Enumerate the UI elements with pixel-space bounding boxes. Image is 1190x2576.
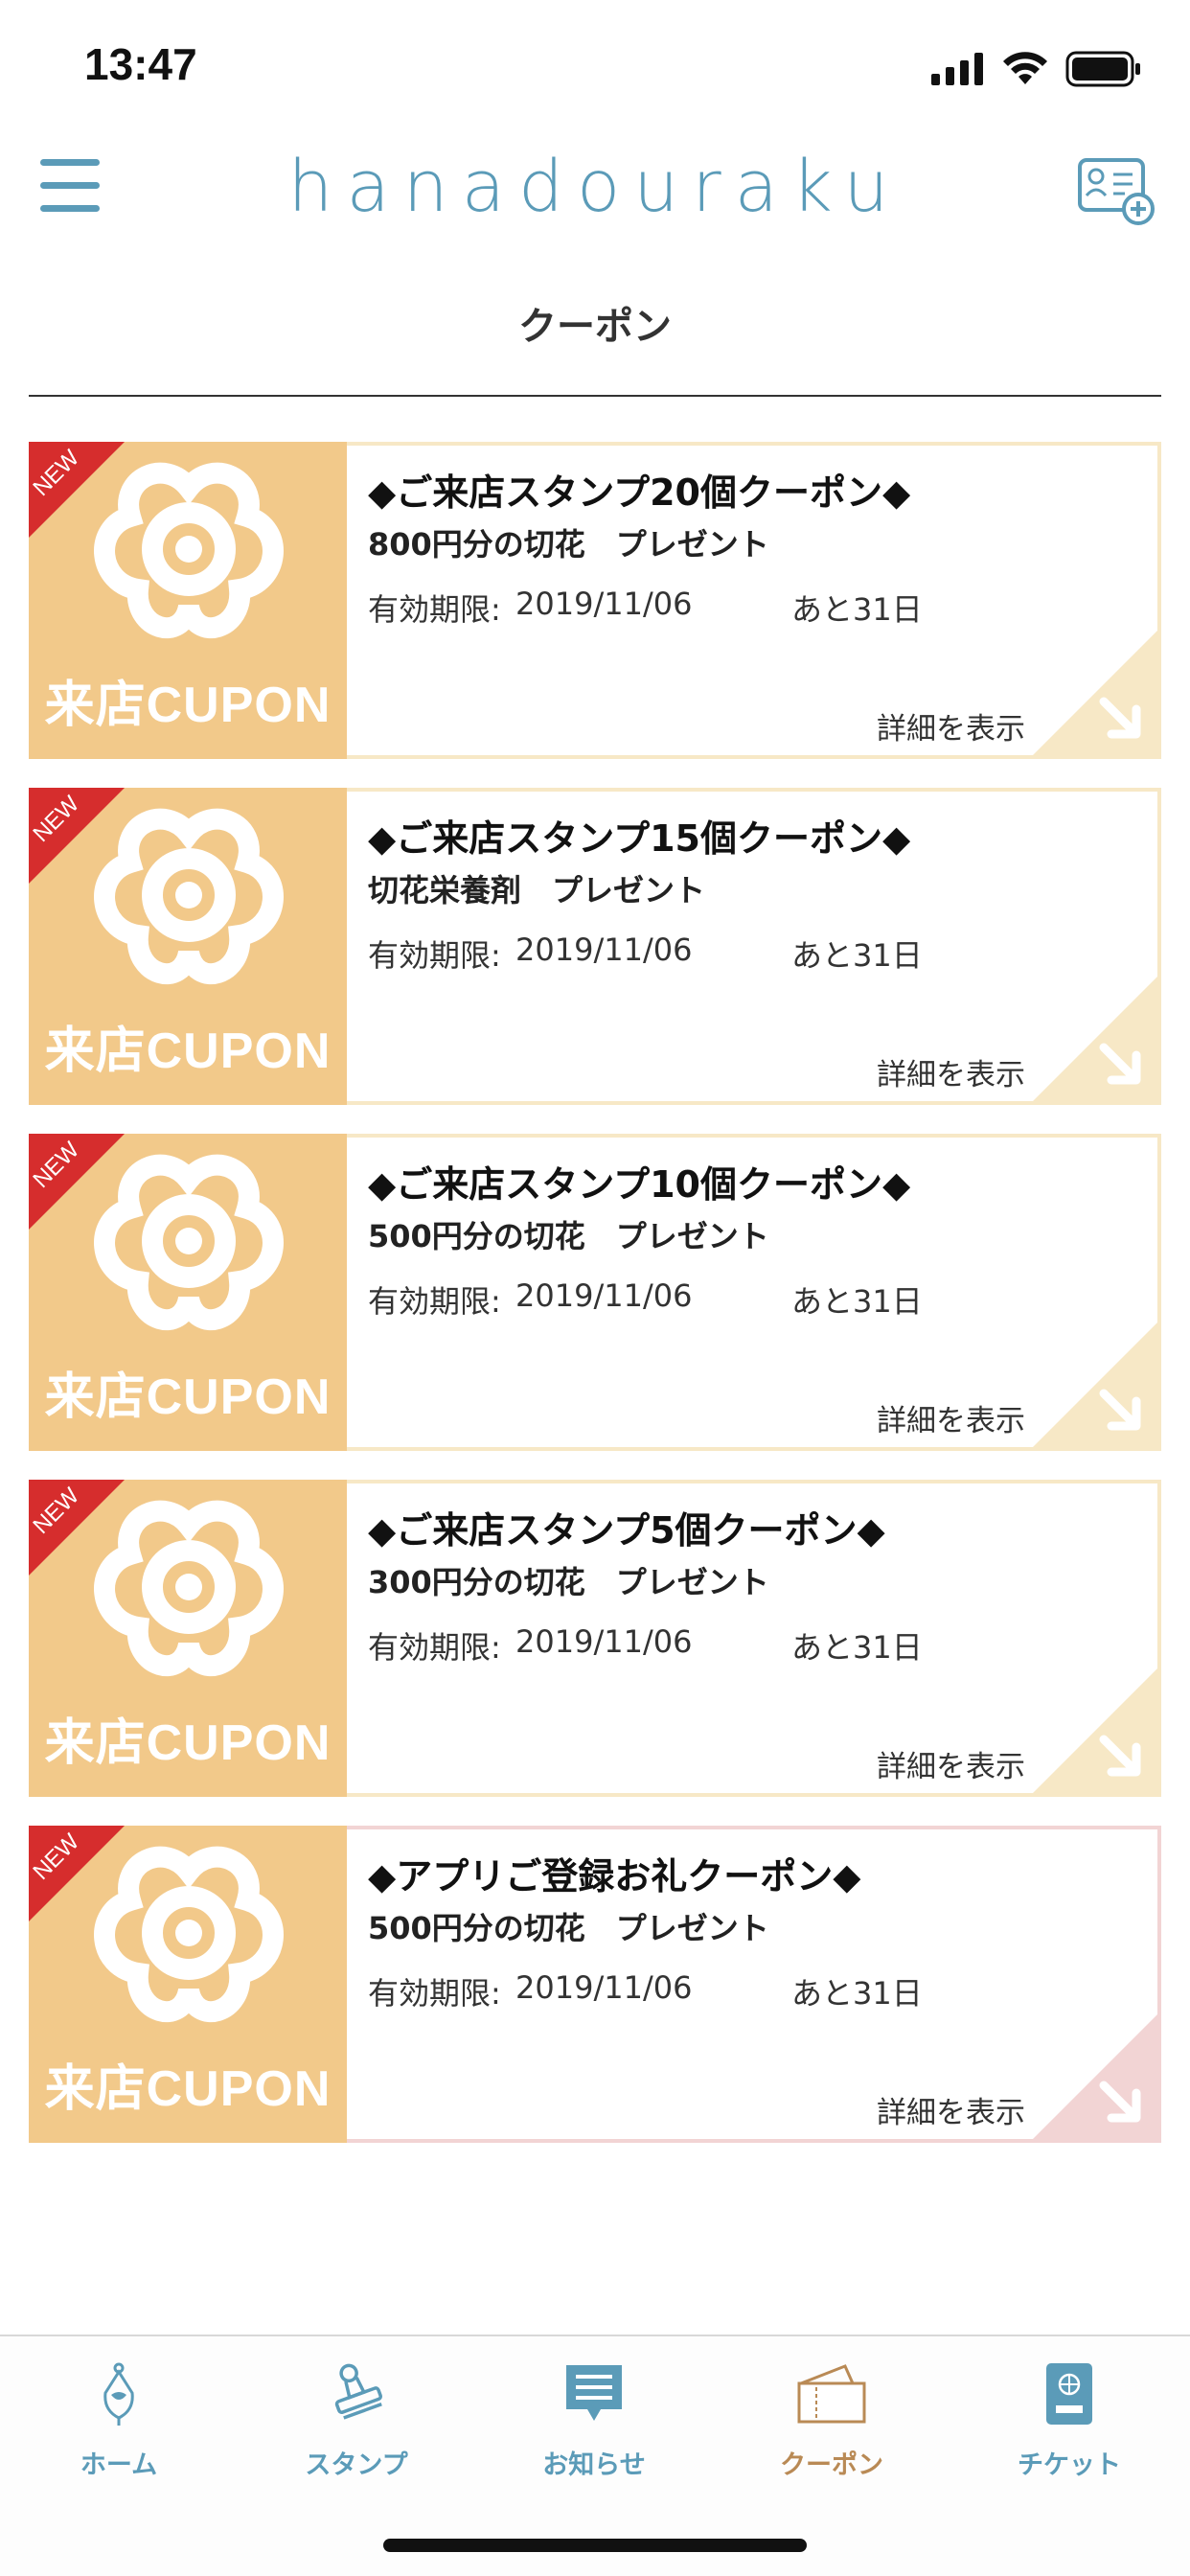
days-remaining: あと31日 — [791, 937, 923, 974]
tab-stamp[interactable]: スタンプ — [238, 2354, 475, 2481]
coupon-image-label: 来店CUPON — [44, 1024, 332, 1079]
flower-icon — [94, 1846, 284, 2023]
days-remaining: あと31日 — [791, 1629, 923, 1666]
expiry-label: 有効期限: — [368, 937, 501, 974]
days-remaining: あと31日 — [791, 1975, 923, 2012]
status-time: 13:47 — [84, 39, 197, 89]
coupon-image-label: 来店CUPON — [44, 678, 332, 733]
show-detail-link[interactable]: 詳細を表示 — [877, 1396, 1025, 1439]
coupon-subtitle: 500円分の切花 プレゼント — [368, 1218, 769, 1254]
home-icon — [103, 2362, 134, 2426]
coupon-subtitle: 切花栄養剤 プレゼント — [368, 872, 706, 908]
tab-coupon[interactable]: クーポン — [713, 2354, 950, 2481]
app-logo: hanadouraku — [287, 146, 903, 228]
expiry-date: 2019/11/06 — [515, 1277, 693, 1314]
tab-home[interactable]: ホーム — [0, 2354, 238, 2481]
arrow-down-right-icon — [1033, 1668, 1157, 1793]
coupon-title: ◆アプリご登録お礼クーポン◆ — [368, 1855, 861, 1898]
coupon-body: ◆ご来店スタンプ15個クーポン◆ 切花栄養剤 プレゼント 有効期限: 2019/… — [347, 788, 1161, 1105]
stamp-icon — [334, 2363, 382, 2420]
member-card-button[interactable] — [1077, 157, 1157, 226]
wifi-icon — [1003, 52, 1047, 84]
coupon-body: ◆アプリご登録お礼クーポン◆ 500円分の切花 プレゼント 有効期限: 2019… — [347, 1826, 1161, 2143]
coupon-title: ◆ご来店スタンプ20個クーポン◆ — [368, 472, 911, 514]
expiry-date: 2019/11/06 — [515, 1623, 693, 1660]
expiry-date: 2019/11/06 — [515, 586, 693, 622]
coupon-card[interactable]: NEW 来店CUPON ◆ご来店スタンプ15個クーポン◆ 切花栄養剤 プレゼント… — [29, 788, 1161, 1105]
coupon-title: ◆ご来店スタンプ10個クーポン◆ — [368, 1163, 911, 1206]
tab-label: スタンプ — [305, 2450, 408, 2480]
coupon-image: NEW 来店CUPON — [29, 788, 347, 1105]
tab-ticket[interactable]: チケット — [950, 2354, 1188, 2481]
status-bar: 13:47 — [0, 0, 1190, 134]
coupon-card[interactable]: NEW 来店CUPON ◆ご来店スタンプ5個クーポン◆ 300円分の切花 プレゼ… — [29, 1480, 1161, 1797]
expiry-date: 2019/11/06 — [515, 932, 693, 968]
coupon-image: NEW 来店CUPON — [29, 1134, 347, 1451]
flower-icon — [94, 808, 284, 985]
expiry-label: 有効期限: — [368, 591, 501, 628]
show-detail-link[interactable]: 詳細を表示 — [877, 1742, 1025, 1785]
signal-icon — [931, 53, 983, 85]
member-card-add-icon — [1078, 158, 1155, 225]
coupon-body: ◆ご来店スタンプ20個クーポン◆ 800円分の切花 プレゼント 有効期限: 20… — [347, 442, 1161, 759]
tab-label: クーポン — [780, 2450, 883, 2480]
news-icon — [566, 2365, 622, 2421]
title-divider — [29, 395, 1161, 397]
coupon-image-label: 来店CUPON — [44, 1369, 332, 1425]
arrow-down-right-icon — [1033, 2014, 1157, 2139]
coupon-image: NEW 来店CUPON — [29, 1826, 347, 2143]
show-detail-link[interactable]: 詳細を表示 — [877, 704, 1025, 748]
days-remaining: あと31日 — [791, 1283, 923, 1320]
status-icons — [931, 50, 1142, 88]
expiry-date: 2019/11/06 — [515, 1969, 693, 2006]
tab-label: お知らせ — [542, 2450, 646, 2480]
expiry-label: 有効期限: — [368, 1283, 501, 1320]
coupon-list: NEW 来店CUPON ◆ご来店スタンプ20個クーポン◆ 800円分の切花 プレ… — [29, 442, 1161, 2172]
show-detail-link[interactable]: 詳細を表示 — [877, 2088, 1025, 2131]
tab-label: チケット — [1018, 2450, 1121, 2480]
flower-icon — [94, 462, 284, 639]
show-detail-link[interactable]: 詳細を表示 — [877, 1050, 1025, 1093]
coupon-card[interactable]: NEW 来店CUPON ◆ご来店スタンプ20個クーポン◆ 800円分の切花 プレ… — [29, 442, 1161, 759]
flower-icon — [94, 1500, 284, 1677]
coupon-card[interactable]: NEW 来店CUPON ◆アプリご登録お礼クーポン◆ 500円分の切花 プレゼン… — [29, 1826, 1161, 2143]
coupon-image-label: 来店CUPON — [44, 2061, 332, 2117]
app-header: hanadouraku — [0, 134, 1190, 249]
arrow-down-right-icon — [1033, 1322, 1157, 1447]
coupon-body: ◆ご来店スタンプ10個クーポン◆ 500円分の切花 プレゼント 有効期限: 20… — [347, 1134, 1161, 1451]
coupon-title: ◆ご来店スタンプ15個クーポン◆ — [368, 817, 911, 860]
arrow-down-right-icon — [1033, 631, 1157, 755]
coupon-icon — [797, 2364, 866, 2424]
page-title: クーポン — [518, 305, 672, 349]
ticket-icon — [1046, 2363, 1092, 2425]
tab-label: ホーム — [80, 2450, 158, 2480]
expiry-label: 有効期限: — [368, 1629, 501, 1666]
coupon-image: NEW 来店CUPON — [29, 1480, 347, 1797]
arrow-down-right-icon — [1033, 977, 1157, 1101]
battery-icon — [1065, 51, 1140, 87]
coupon-title: ◆ご来店スタンプ5個クーポン◆ — [368, 1509, 885, 1552]
coupon-image-label: 来店CUPON — [44, 1715, 332, 1771]
coupon-subtitle: 800円分の切花 プレゼント — [368, 526, 769, 563]
coupon-subtitle: 300円分の切花 プレゼント — [368, 1564, 769, 1600]
days-remaining: あと31日 — [791, 591, 923, 628]
coupon-image: NEW 来店CUPON — [29, 442, 347, 759]
coupon-card[interactable]: NEW 来店CUPON ◆ご来店スタンプ10個クーポン◆ 500円分の切花 プレ… — [29, 1134, 1161, 1451]
tab-news[interactable]: お知らせ — [475, 2354, 713, 2481]
coupon-body: ◆ご来店スタンプ5個クーポン◆ 300円分の切花 プレゼント 有効期限: 201… — [347, 1480, 1161, 1797]
home-indicator[interactable] — [383, 2539, 807, 2552]
flower-icon — [94, 1154, 284, 1331]
coupon-subtitle: 500円分の切花 プレゼント — [368, 1910, 769, 1946]
expiry-label: 有効期限: — [368, 1975, 501, 2012]
